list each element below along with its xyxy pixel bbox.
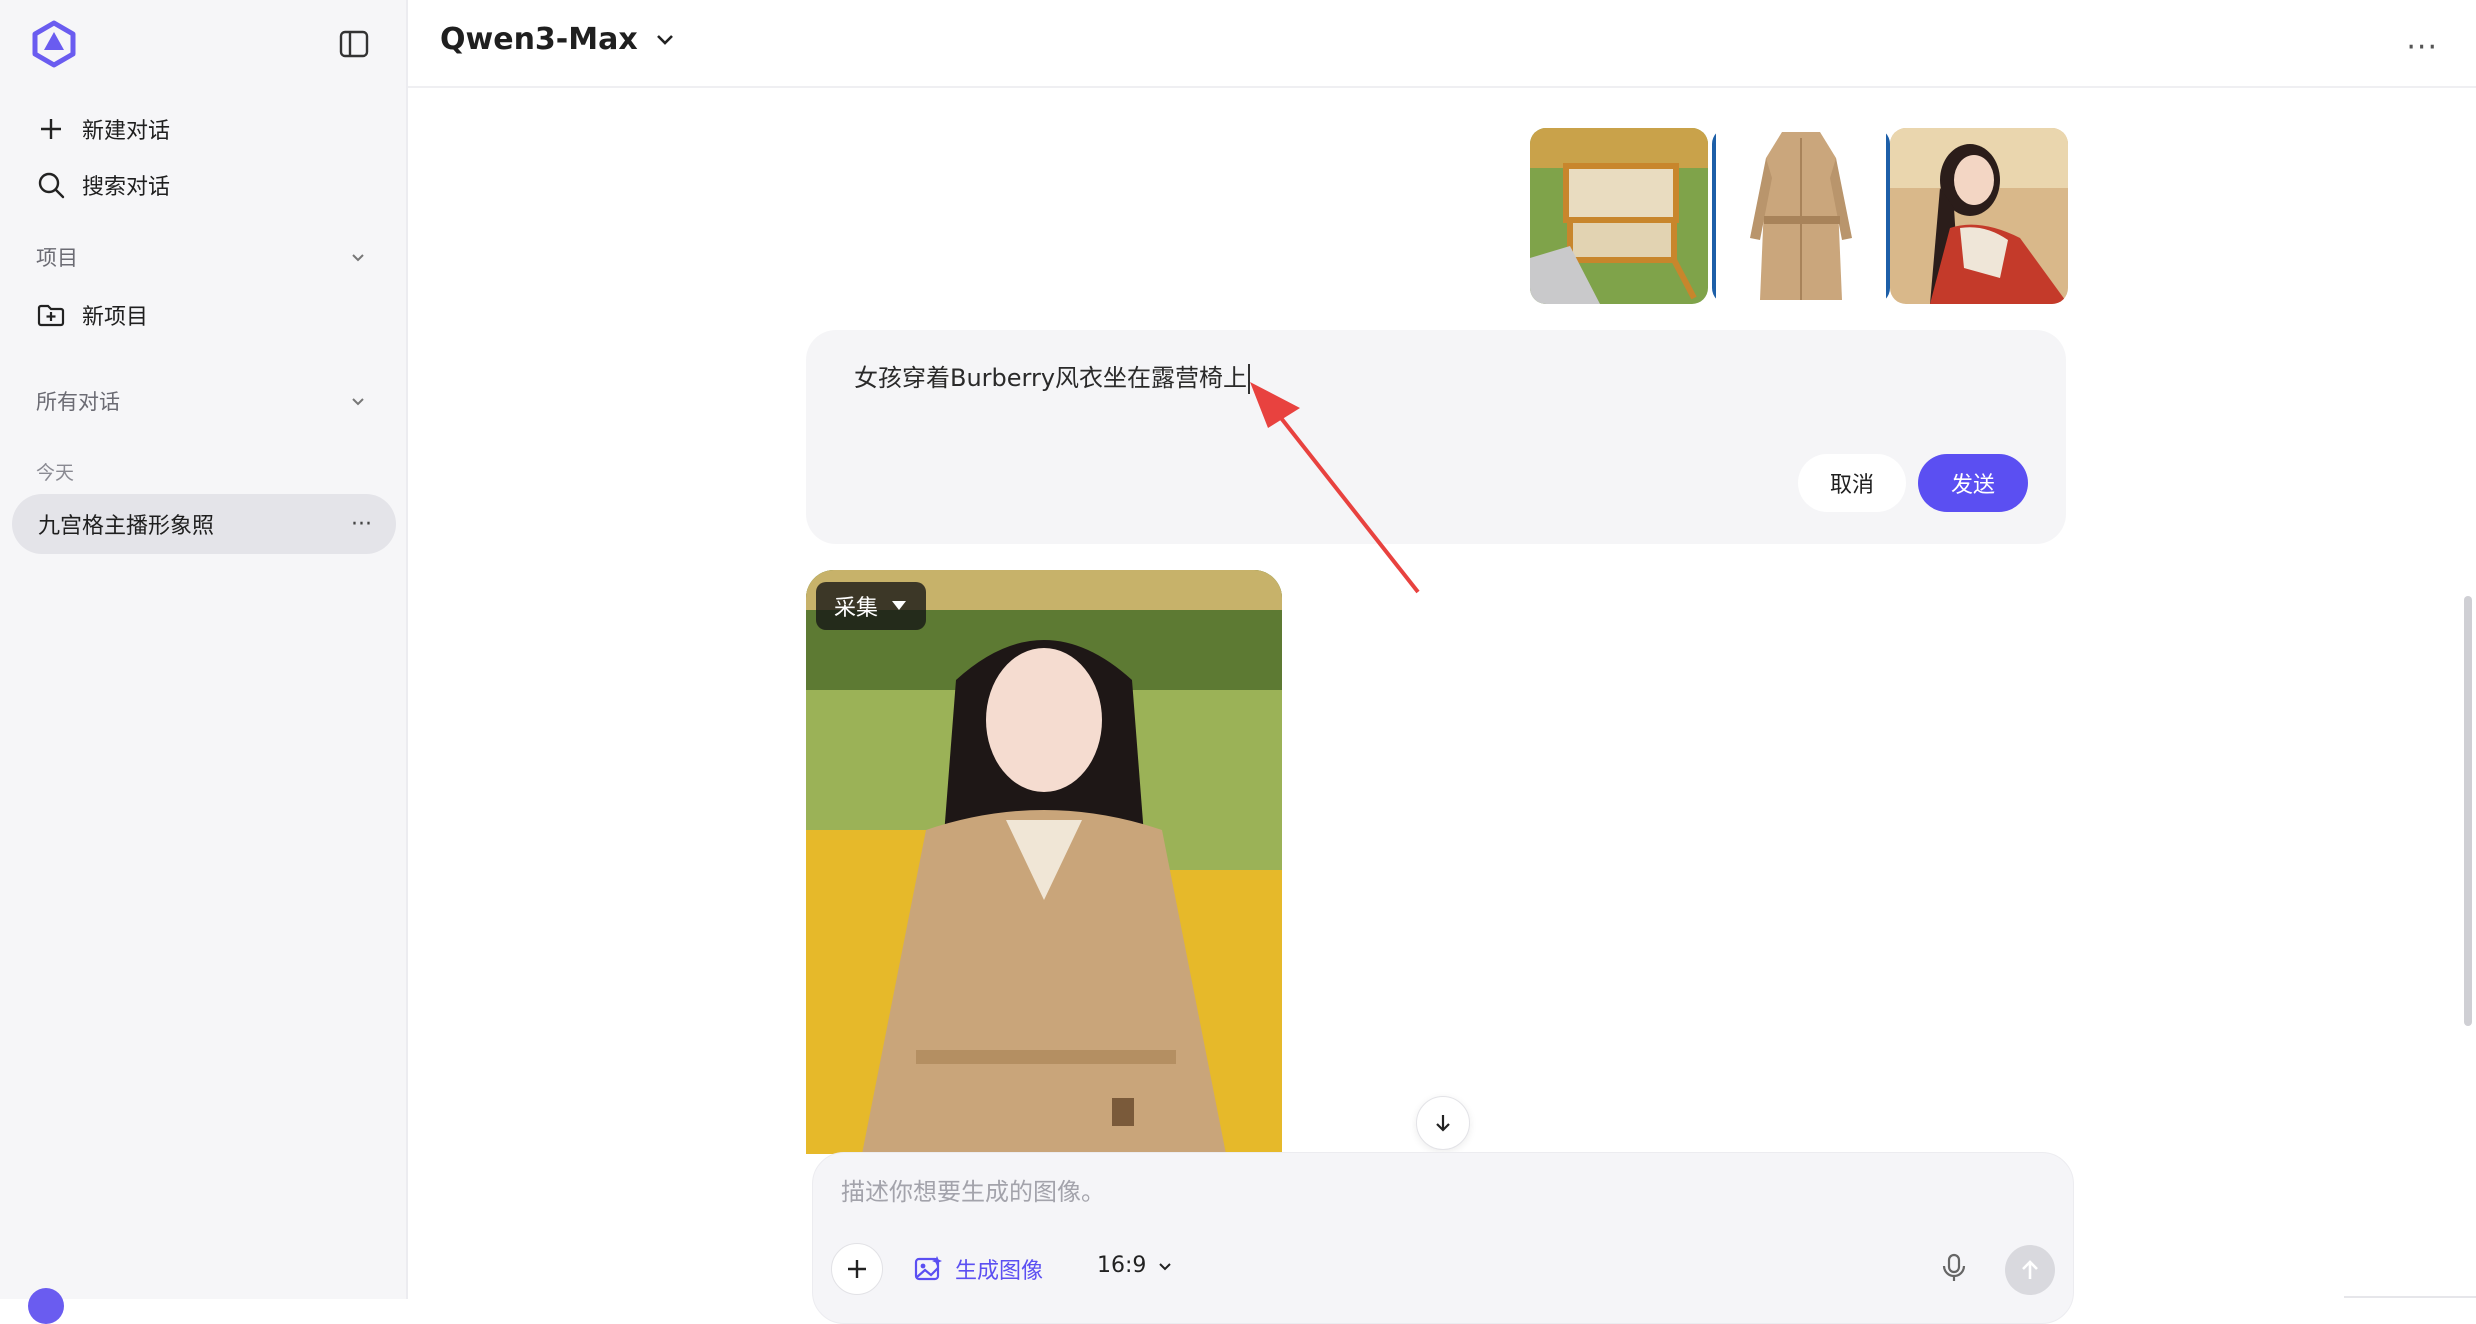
girl-portrait-image[interactable] [1890,128,2068,304]
plus-icon [41,119,61,139]
prompt-input[interactable] [839,1177,1943,1207]
send-button[interactable]: 发送 [1918,454,2028,512]
image-sparkle-icon [914,1256,942,1281]
generate-image-tool[interactable]: 生成图像 [913,1253,1043,1285]
chevron-down-icon [1159,1262,1172,1270]
caret-down-icon [892,601,907,610]
qwen-logo-icon[interactable] [30,20,78,68]
chevron-down-icon [352,254,364,262]
more-options-icon[interactable]: ··· [2406,30,2438,65]
projects-section-toggle[interactable]: 项目 [36,242,368,272]
sidebar: 新建对话 搜索对话 项目 新项目 所有对话 今天 九宫格主播形象照 ··· [0,0,408,1324]
model-name: Qwen3-Max [440,22,638,57]
arrow-up-icon [2022,1260,2038,1279]
all-chats-section-toggle[interactable]: 所有对话 [36,386,368,416]
aspect-ratio-value: 16:9 [1097,1253,1147,1278]
arrow-down-icon [1436,1115,1450,1132]
chevron-down-icon [656,34,673,45]
annotation-arrow-icon [1250,382,1420,594]
folder-plus-icon [37,304,65,327]
projects-label: 项目 [36,246,78,270]
camping-chair-image[interactable] [1530,128,1708,304]
new-project-label: 新项目 [82,305,149,330]
collect-button[interactable]: 采集 [816,582,927,630]
search-icon [38,172,65,199]
generate-image-label: 生成图像 [955,1259,1044,1284]
generated-image[interactable]: 采集 [806,570,1282,1154]
scrollbar[interactable] [2464,596,2472,1026]
submit-prompt-button[interactable] [2005,1245,2055,1295]
new-chat-label: 新建对话 [82,119,171,144]
chat-item-title: 九宫格主播形象照 [38,514,215,539]
sidebar-chat-item[interactable]: 九宫格主播形象照 ··· [12,494,396,554]
divider [2344,1296,2476,1298]
search-chat-label: 搜索对话 [82,175,171,200]
all-chats-label: 所有对话 [36,390,120,414]
sidebar-toggle-icon[interactable] [338,28,370,60]
scroll-to-bottom-button[interactable] [1416,1096,1470,1150]
plus-icon [848,1260,866,1278]
top-header: Qwen3-Max ··· [408,0,2476,88]
edit-message-input[interactable]: 女孩穿着Burberry风衣坐在露营椅上 [854,358,1251,394]
microphone-icon[interactable] [1937,1251,1971,1285]
aspect-ratio-selector[interactable]: 16:9 [1097,1253,1174,1278]
avatar[interactable] [28,1288,64,1324]
collect-label: 采集 [834,596,879,621]
search-chat-button[interactable]: 搜索对话 [36,162,170,208]
chevron-down-icon [352,398,364,406]
today-group-label: 今天 [36,462,75,484]
edit-message-text: 女孩穿着Burberry风衣坐在露营椅上 [854,364,1248,392]
prompt-composer: 生成图像 16:9 [812,1152,2074,1324]
cancel-button[interactable]: 取消 [1798,454,1906,512]
new-project-button[interactable]: 新项目 [36,292,148,338]
attach-button[interactable] [831,1243,883,1295]
trench-coat-image[interactable] [1712,128,1890,304]
model-selector[interactable]: Qwen3-Max [440,22,678,57]
chat-item-more-icon[interactable]: ··· [351,512,372,537]
new-chat-button[interactable]: 新建对话 [36,106,170,152]
